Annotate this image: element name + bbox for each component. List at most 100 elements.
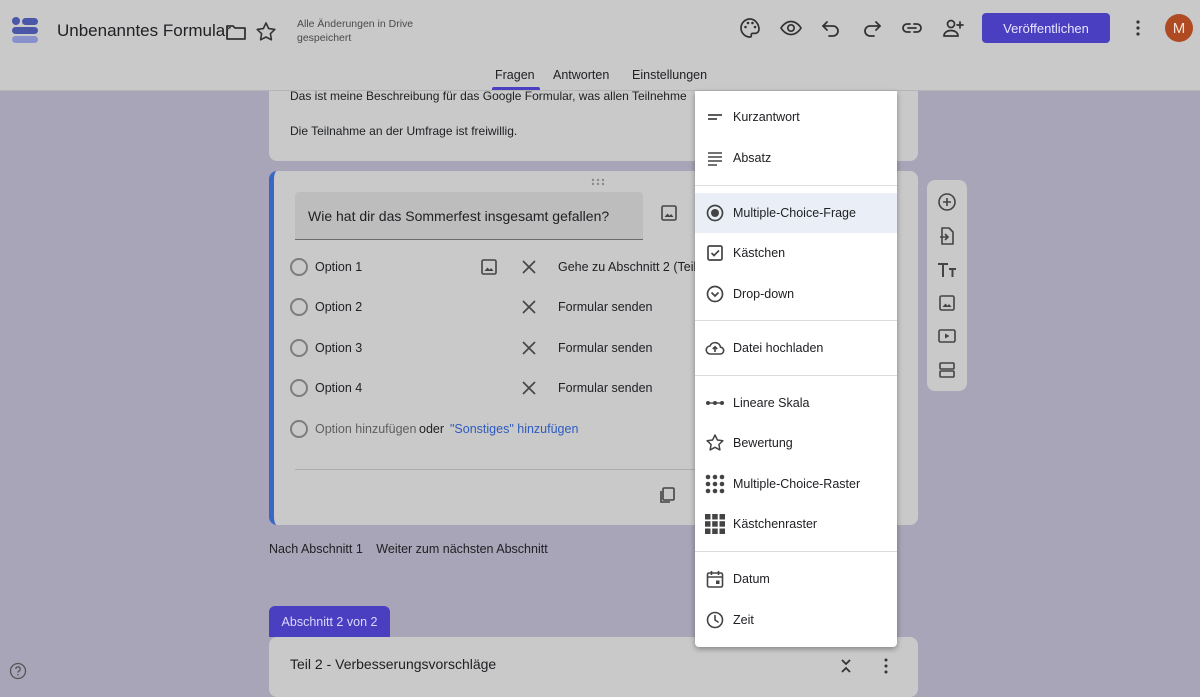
title-text-icon[interactable] xyxy=(936,260,958,280)
image-icon[interactable] xyxy=(937,293,957,313)
option-goto-select[interactable]: Formular senden xyxy=(558,341,653,355)
section-2-tab: Abschnitt 2 von 2 xyxy=(269,606,390,637)
star-outline-icon xyxy=(704,432,726,454)
menu-item-absatz[interactable]: Absatz xyxy=(695,138,897,178)
image-icon[interactable] xyxy=(660,204,678,222)
after-section-label: Nach Abschnitt 1 xyxy=(269,542,363,556)
menu-item-label: Kästchen xyxy=(733,246,786,260)
option-radio xyxy=(290,298,308,316)
menu-item-dropdown[interactable]: Drop-down xyxy=(695,274,897,314)
menu-item-label: Multiple-Choice-Frage xyxy=(733,206,856,220)
forms-logo-icon[interactable] xyxy=(10,14,40,44)
import-question-icon[interactable] xyxy=(937,226,957,246)
add-person-icon[interactable] xyxy=(941,16,965,40)
menu-item-multiple-choice[interactable]: Multiple-Choice-Frage xyxy=(695,193,897,233)
menu-item-label: Bewertung xyxy=(733,436,793,450)
menu-item-label: Datei hochladen xyxy=(733,341,824,355)
add-other-link[interactable]: "Sonstiges" hinzufügen xyxy=(450,422,578,436)
add-option-link[interactable]: Option hinzufügen xyxy=(315,422,416,436)
menu-item-label: Drop-down xyxy=(733,287,795,301)
option-label[interactable]: Option 2 xyxy=(315,300,362,314)
remove-option-icon[interactable] xyxy=(520,298,538,316)
form-title[interactable]: Unbenanntes Formular xyxy=(57,21,231,41)
app-header: Unbenanntes Formular Alle Änderungen in … xyxy=(0,0,1200,91)
description-line-2: Die Teilnahme an der Umfrage ist freiwil… xyxy=(290,124,518,138)
menu-separator xyxy=(695,320,897,321)
undo-icon[interactable] xyxy=(819,16,843,40)
question-footer-divider xyxy=(295,469,715,470)
menu-item-label: Lineare Skala xyxy=(733,396,810,410)
avatar[interactable]: M xyxy=(1165,14,1193,42)
menu-item-label: Kurzantwort xyxy=(733,110,800,124)
drag-handle-icon[interactable] xyxy=(591,178,605,186)
checkbox-icon xyxy=(704,242,726,264)
or-text: oder xyxy=(419,422,445,436)
option-goto-select[interactable]: Formular senden xyxy=(558,300,653,314)
option-label[interactable]: Option 1 xyxy=(315,260,362,274)
help-icon[interactable] xyxy=(9,662,27,680)
menu-item-kaestchen[interactable]: Kästchen xyxy=(695,233,897,273)
section-2-title[interactable]: Teil 2 - Verbesserungsvorschläge xyxy=(290,656,496,672)
option-goto-select[interactable]: Gehe zu Abschnitt 2 (Teil xyxy=(558,260,696,274)
option-radio xyxy=(290,420,308,438)
menu-item-datei-hochladen[interactable]: Datei hochladen xyxy=(695,328,897,368)
menu-item-label: Zeit xyxy=(733,613,754,627)
option-radio xyxy=(290,339,308,357)
redo-icon[interactable] xyxy=(860,16,884,40)
collapse-icon[interactable] xyxy=(838,657,854,675)
side-toolbar xyxy=(927,180,967,391)
more-vert-icon[interactable] xyxy=(1126,16,1150,40)
option-label[interactable]: Option 3 xyxy=(315,341,362,355)
publish-button[interactable]: Veröffentlichen xyxy=(982,13,1110,43)
question-title-field[interactable]: Wie hat dir das Sommerfest insgesamt gef… xyxy=(295,192,643,240)
menu-item-datum[interactable]: Datum xyxy=(695,559,897,599)
question-type-menu: Kurzantwort Absatz Multiple-Choice-Frage… xyxy=(695,91,897,647)
option-radio xyxy=(290,379,308,397)
option-label[interactable]: Option 4 xyxy=(315,381,362,395)
dot-grid-icon xyxy=(704,473,726,495)
after-section-navigation[interactable]: Nach Abschnitt 1 Weiter zum nächsten Abs… xyxy=(269,542,548,556)
menu-item-label: Multiple-Choice-Raster xyxy=(733,477,861,491)
checkbox-grid-icon xyxy=(704,513,726,535)
eye-icon[interactable] xyxy=(779,16,803,40)
radio-button-icon xyxy=(704,202,726,224)
more-vert-icon[interactable] xyxy=(878,657,894,675)
palette-icon[interactable] xyxy=(738,16,762,40)
menu-item-multiple-choice-raster[interactable]: Multiple-Choice-Raster xyxy=(695,464,897,504)
menu-item-label: Absatz xyxy=(733,151,772,165)
option-radio xyxy=(290,258,308,276)
cloud-upload-icon xyxy=(704,337,726,359)
folder-icon[interactable] xyxy=(224,20,248,44)
tab-antworten[interactable]: Antworten xyxy=(553,68,609,82)
description-line-1: Das ist meine Beschreibung für das Googl… xyxy=(290,89,687,103)
paragraph-icon xyxy=(704,147,726,169)
menu-item-label: Kästchenraster xyxy=(733,517,818,531)
link-icon[interactable] xyxy=(900,16,924,40)
tab-fragen[interactable]: Fragen xyxy=(495,68,535,82)
video-icon[interactable] xyxy=(937,326,957,346)
remove-option-icon[interactable] xyxy=(520,379,538,397)
after-section-value[interactable]: Weiter zum nächsten Abschnitt xyxy=(376,542,547,556)
menu-item-kaestchenraster[interactable]: Kästchenraster xyxy=(695,504,897,544)
menu-item-lineare-skala[interactable]: Lineare Skala xyxy=(695,383,897,423)
menu-item-bewertung[interactable]: Bewertung xyxy=(695,423,897,463)
menu-separator xyxy=(695,375,897,376)
menu-separator xyxy=(695,185,897,186)
question-title: Wie hat dir das Sommerfest insgesamt gef… xyxy=(308,208,610,224)
linear-scale-icon xyxy=(704,392,726,414)
remove-option-icon[interactable] xyxy=(520,339,538,357)
short-text-icon xyxy=(704,106,726,128)
star-icon[interactable] xyxy=(254,20,278,44)
option-goto-select[interactable]: Formular senden xyxy=(558,381,653,395)
menu-item-kurzantwort[interactable]: Kurzantwort xyxy=(695,97,897,137)
option-image-icon[interactable] xyxy=(480,258,498,276)
menu-item-zeit[interactable]: Zeit xyxy=(695,600,897,640)
duplicate-icon[interactable] xyxy=(658,486,676,504)
add-circle-icon[interactable] xyxy=(937,192,957,212)
section-icon[interactable] xyxy=(937,360,957,380)
calendar-icon xyxy=(704,568,726,590)
remove-option-icon[interactable] xyxy=(520,258,538,276)
tab-einstellungen[interactable]: Einstellungen xyxy=(632,68,707,82)
active-tab-indicator xyxy=(492,87,540,90)
menu-separator xyxy=(695,551,897,552)
